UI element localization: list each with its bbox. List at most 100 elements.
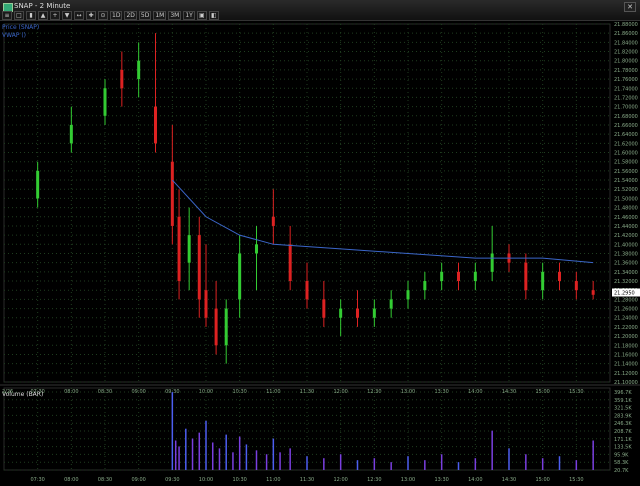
- volume-axis-label: 359.1K: [614, 398, 632, 404]
- volume-time-axis-label: 10:00: [199, 477, 213, 483]
- price-axis-label: 21.62000: [614, 141, 638, 147]
- price-axis-label: 21.42000: [614, 233, 638, 239]
- candle-body: [214, 308, 218, 346]
- candle-body: [558, 271, 561, 282]
- candle-body: [591, 290, 595, 295]
- price-axis-label: 21.38000: [614, 251, 638, 257]
- price-axis-label: 21.56000: [614, 169, 638, 175]
- price-axis-label: 21.26000: [614, 307, 638, 313]
- price-axis-label: 21.84000: [614, 40, 638, 46]
- price-axis-label: 21.32000: [614, 279, 638, 285]
- candle-body: [187, 235, 191, 263]
- candle-body: [137, 60, 141, 80]
- volume-time-axis-label: 10:30: [232, 477, 246, 483]
- volume-axis-label: 246.3K: [614, 421, 632, 427]
- price-legend: Price (SNAP): [2, 24, 39, 31]
- volume-axis-label: 283.9K: [614, 413, 632, 419]
- volume-axis-label: 208.7K: [614, 429, 632, 435]
- price-axis-label: 21.36000: [614, 261, 638, 267]
- candle-body: [170, 161, 174, 226]
- candle-body: [541, 271, 545, 291]
- date-label: 2/26: [2, 389, 13, 395]
- candle-body: [271, 216, 275, 226]
- price-axis-label: 21.22000: [614, 325, 638, 331]
- price-axis-label: 21.40000: [614, 242, 638, 248]
- candle-body: [224, 308, 228, 346]
- candle-body: [440, 271, 444, 282]
- volume-time-axis-label: 11:30: [300, 477, 314, 483]
- time-axis-label: 12:30: [367, 389, 381, 395]
- candle-body: [238, 253, 242, 300]
- price-axis-label: 21.64000: [614, 132, 638, 138]
- candle-body: [288, 244, 292, 282]
- candle-body: [339, 308, 343, 318]
- price-axis-label: 21.18000: [614, 343, 638, 349]
- candle-body: [457, 271, 460, 282]
- volume-axis-label: 58.3K: [614, 460, 629, 466]
- vwap-line: [171, 179, 594, 264]
- price-axis-label: 21.60000: [614, 151, 638, 157]
- candle-body: [197, 235, 201, 300]
- price-axis-label: 21.20000: [614, 334, 638, 340]
- time-axis-label: 09:00: [131, 389, 145, 395]
- price-axis-label: 21.14000: [614, 362, 638, 368]
- volume-time-axis-label: 08:30: [98, 477, 112, 483]
- price-axis-label: 21.46000: [614, 215, 638, 221]
- volume-axis-label: 396.7K: [614, 390, 632, 396]
- price-axis-label: 21.82000: [614, 50, 638, 56]
- price-axis-label: 21.78000: [614, 68, 638, 74]
- candle-body: [490, 253, 494, 272]
- volume-time-axis-label: 15:30: [569, 477, 583, 483]
- candle-body: [103, 88, 107, 116]
- price-axis-label: 21.68000: [614, 114, 638, 120]
- candle-body: [69, 124, 73, 144]
- volume-time-axis-label: 08:00: [64, 477, 78, 483]
- price-axis-label: 21.50000: [614, 196, 638, 202]
- volume-time-axis-label: 13:30: [434, 477, 448, 483]
- candle-body: [389, 299, 393, 309]
- candle-body: [423, 281, 427, 291]
- price-axis-label: 21.74000: [614, 86, 638, 92]
- price-axis-label: 21.76000: [614, 77, 638, 83]
- candle-body: [255, 244, 258, 254]
- volume-axis-label: 95.9K: [614, 452, 629, 458]
- candle-body: [524, 262, 528, 291]
- price-axis-label: 21.16000: [614, 352, 638, 358]
- price-axis-label: 21.10000: [614, 380, 638, 386]
- candle-body: [372, 308, 376, 318]
- price-axis-label: 21.72000: [614, 95, 638, 101]
- candle-body: [305, 281, 309, 300]
- volume-time-axis-label: 07:30: [30, 477, 44, 483]
- price-axis-label: 21.52000: [614, 187, 638, 193]
- price-axis-label: 21.86000: [614, 31, 638, 37]
- volume-axis-label: 20.7K: [614, 468, 629, 474]
- volume-time-axis-label: 12:00: [333, 477, 347, 483]
- volume-axis-label: 171.1K: [614, 437, 632, 443]
- volume-time-axis-label: 12:30: [367, 477, 381, 483]
- time-axis-label: 15:00: [535, 389, 549, 395]
- candle-body: [177, 216, 181, 282]
- candle-body: [154, 106, 157, 144]
- volume-time-axis-label: 13:00: [401, 477, 415, 483]
- volume-time-axis-label: 11:00: [266, 477, 280, 483]
- volume-time-axis-label: 09:30: [165, 477, 179, 483]
- volume-time-axis-label: 14:00: [468, 477, 482, 483]
- candle-body: [36, 170, 40, 199]
- price-axis-label: 21.12000: [614, 371, 638, 377]
- vwap-legend: VWAP (): [2, 32, 26, 39]
- candle-body: [473, 271, 477, 282]
- price-axis-label: 21.58000: [614, 160, 638, 166]
- candle-body: [120, 69, 124, 89]
- price-axis-label: 21.70000: [614, 105, 638, 111]
- volume-time-axis-label: 14:30: [502, 477, 516, 483]
- candle-body: [204, 290, 208, 318]
- chart-canvas[interactable]: 21.10000 21.12000 21.14000 21.16000 21.18000…: [0, 0, 640, 486]
- candle-body: [322, 299, 326, 318]
- price-axis-label: 21.80000: [614, 59, 638, 65]
- price-axis-label: 21.88000: [614, 22, 638, 28]
- price-axis-label: 21.28000: [614, 297, 638, 303]
- price-axis-label: 21.44000: [614, 224, 638, 230]
- price-axis-label: 21.54000: [614, 178, 638, 184]
- price-axis-label: 21.24000: [614, 316, 638, 322]
- candle-body: [406, 290, 410, 300]
